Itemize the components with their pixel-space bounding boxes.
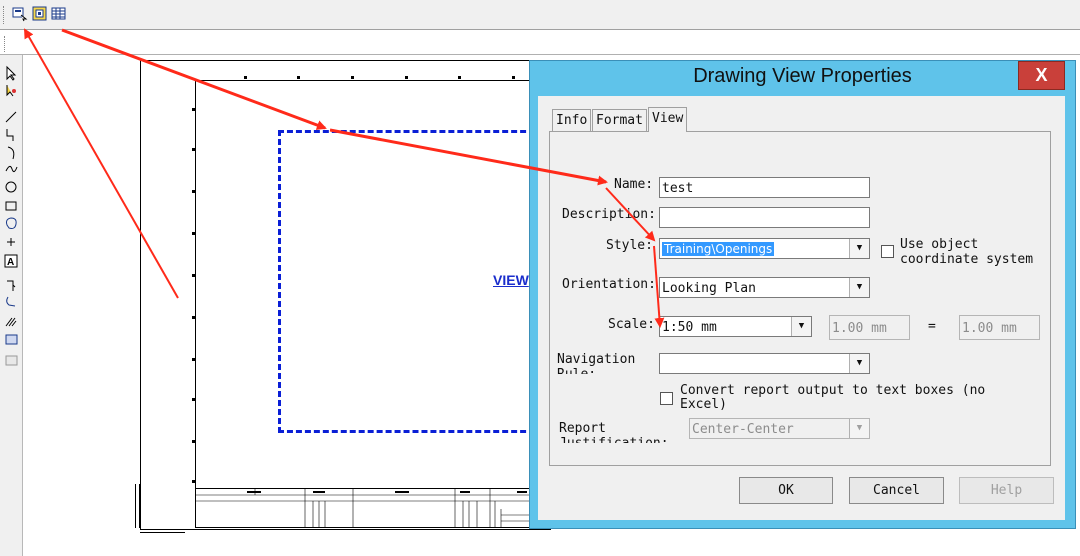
report-justification-dropdown: Center-Center ▼	[689, 418, 870, 439]
scale-model-units-field: 1.00 mm	[959, 315, 1040, 340]
drawing-view-properties-dialog: Drawing View Properties X Info Format Vi…	[529, 60, 1076, 529]
top-toolbar	[0, 0, 1080, 29]
description-field[interactable]	[659, 207, 870, 228]
raster-icon	[5, 334, 18, 345]
navigation-rule-label: Navigation Rule:	[557, 352, 636, 374]
curve-icon	[5, 165, 18, 173]
report-justification-selected-value: Center-Center	[692, 422, 794, 437]
use-object-coordinate-checkbox[interactable]	[881, 245, 894, 258]
convert-report-checkbox[interactable]	[660, 392, 673, 405]
image-icon	[5, 355, 18, 366]
tab-format[interactable]: Format	[592, 109, 647, 132]
reference-file-icon[interactable]	[32, 6, 48, 22]
close-button[interactable]: X	[1018, 61, 1065, 90]
chevron-down-icon[interactable]: ▼	[849, 278, 869, 297]
toolbar-gripper[interactable]	[4, 36, 7, 52]
select-arrow-icon	[6, 65, 17, 81]
view-label[interactable]: VIEW	[493, 272, 529, 288]
chevron-down-icon[interactable]: ▼	[849, 239, 869, 258]
dimension-icon	[7, 280, 16, 291]
rectangle-icon	[5, 201, 17, 211]
navigation-rule-dropdown[interactable]: ▼	[659, 353, 870, 374]
circle-icon	[5, 181, 17, 193]
scale-selected-value: 1:50 mm	[662, 320, 717, 335]
style-label: Style:	[606, 238, 653, 253]
secondary-toolbar	[0, 30, 1080, 55]
report-justification-label: Report Justification:	[559, 421, 669, 443]
toolbar-gripper[interactable]	[3, 6, 6, 24]
convert-report-label: Convert report output to text boxes (no …	[680, 384, 986, 410]
ok-button[interactable]: OK	[739, 477, 833, 504]
view-properties-icon[interactable]	[12, 6, 28, 22]
name-field[interactable]: test	[659, 177, 870, 198]
use-object-coordinate-label: Use object coordinate system	[900, 237, 1034, 267]
orientation-selected-value: Looking Plan	[662, 281, 756, 296]
scale-sheet-units-field: 1.00 mm	[829, 315, 910, 340]
select-multi-icon	[6, 85, 16, 97]
description-label: Description:	[562, 207, 656, 222]
polyline-icon	[6, 129, 14, 141]
style-selected-value: Training\Openings	[662, 242, 775, 256]
chevron-down-icon[interactable]: ▼	[791, 317, 811, 336]
left-tool-icons[interactable]: A	[0, 55, 22, 375]
left-drawing-toolbar: A	[0, 55, 23, 556]
dialog-title: Drawing View Properties	[693, 65, 912, 87]
name-label: Name:	[614, 177, 654, 192]
line-icon	[5, 111, 17, 123]
style-dropdown[interactable]: Training\Openings ▼	[659, 238, 870, 259]
orientation-label: Orientation:	[562, 277, 656, 292]
cancel-button[interactable]: Cancel	[849, 477, 944, 504]
tab-view[interactable]: View	[648, 107, 688, 132]
orientation-dropdown[interactable]: Looking Plan ▼	[659, 277, 870, 298]
help-button: Help	[959, 477, 1054, 504]
shape-icon	[6, 217, 17, 229]
revision-cloud-icon	[6, 296, 16, 307]
scale-label: Scale:	[608, 317, 655, 332]
arc-icon	[7, 146, 15, 160]
hatch-icon	[5, 317, 17, 327]
table-grid-icon[interactable]	[51, 6, 67, 22]
tab-info[interactable]: Info	[552, 109, 592, 132]
chevron-down-icon[interactable]: ▼	[849, 354, 869, 373]
text-icon: A	[4, 254, 18, 268]
scale-equals-sign: =	[928, 319, 936, 334]
chevron-down-icon: ▼	[849, 419, 869, 438]
svg-text:A: A	[7, 257, 14, 268]
point-icon	[7, 238, 15, 246]
scale-dropdown[interactable]: 1:50 mm ▼	[659, 316, 812, 337]
